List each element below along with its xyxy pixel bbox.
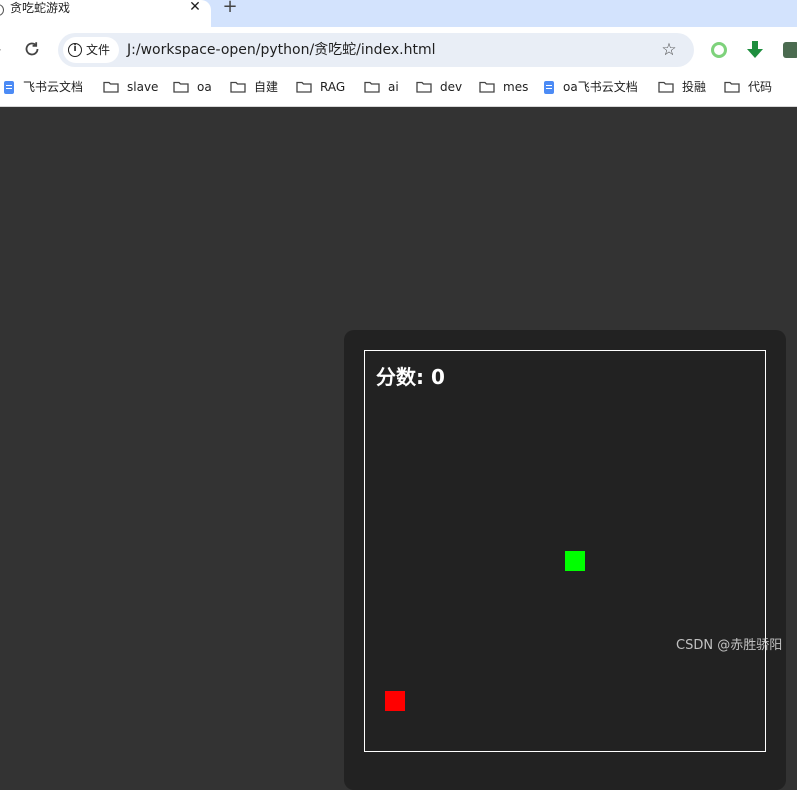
folder-icon [416, 81, 432, 93]
folder-icon [230, 81, 246, 93]
food [385, 691, 405, 711]
tab-strip: 贪吃蛇游戏 ✕ + [0, 0, 797, 27]
score-display: 分数: 0 [376, 365, 445, 389]
bookmark-item[interactable]: oa [197, 73, 212, 102]
new-tab-button[interactable]: + [221, 0, 239, 16]
folder-icon [724, 81, 740, 93]
download-arrow-icon[interactable] [746, 40, 764, 60]
bookmark-item[interactable]: 代码 [748, 73, 772, 102]
address-bar[interactable]: i 文件 J:/workspace-open/python/贪吃蛇/index.… [58, 33, 694, 67]
bookmark-item[interactable]: RAG [320, 73, 345, 102]
tab-title: 贪吃蛇游戏 [10, 1, 71, 15]
globe-icon [0, 4, 4, 16]
page-content: 分数: 0 [0, 108, 797, 790]
score-value: 0 [430, 365, 445, 389]
download-box-icon[interactable] [783, 42, 797, 58]
doc-icon [4, 81, 14, 94]
bookmark-item[interactable]: 投融 [682, 73, 706, 102]
forward-icon[interactable]: › [0, 41, 4, 59]
folder-icon [658, 81, 674, 93]
bookmark-item[interactable]: oa飞书云文档 [563, 73, 638, 102]
tab-active[interactable]: 贪吃蛇游戏 ✕ [0, 0, 211, 27]
browser-toolbar: › i 文件 J:/workspace-open/python/贪吃蛇/inde… [0, 27, 797, 73]
close-icon[interactable]: ✕ [187, 0, 203, 16]
doc-icon [544, 81, 554, 94]
game-board: 分数: 0 [364, 350, 766, 752]
site-info-label: 文件 [86, 43, 111, 57]
bookmark-item[interactable]: ai [388, 73, 399, 102]
folder-icon [103, 81, 119, 93]
ring-extension-icon[interactable] [711, 42, 727, 58]
star-icon[interactable]: ☆ [659, 40, 679, 60]
bookmark-item[interactable]: 飞书云文档 [23, 73, 83, 102]
folder-icon [173, 81, 189, 93]
site-info-chip[interactable]: i 文件 [63, 37, 119, 63]
folder-icon [364, 81, 380, 93]
snake-segment [565, 551, 585, 571]
game-container: 分数: 0 [344, 330, 786, 790]
watermark: CSDN @赤胜骄阳 [676, 638, 783, 653]
bookmark-item[interactable]: dev [440, 73, 462, 102]
folder-icon [479, 81, 495, 93]
info-icon: i [68, 43, 82, 57]
bookmarks-bar: 飞书云文档 slave oa 自建 RAG ai dev mes oa飞书云文档 投融 代码 [0, 73, 797, 107]
bookmark-item[interactable]: mes [503, 73, 528, 102]
folder-icon [296, 81, 312, 93]
score-label: 分数 [376, 365, 416, 389]
bookmark-item[interactable]: 自建 [254, 73, 278, 102]
url-text[interactable]: J:/workspace-open/python/贪吃蛇/index.html [127, 33, 436, 67]
bookmark-item[interactable]: slave [127, 73, 158, 102]
reload-icon[interactable] [22, 39, 42, 59]
